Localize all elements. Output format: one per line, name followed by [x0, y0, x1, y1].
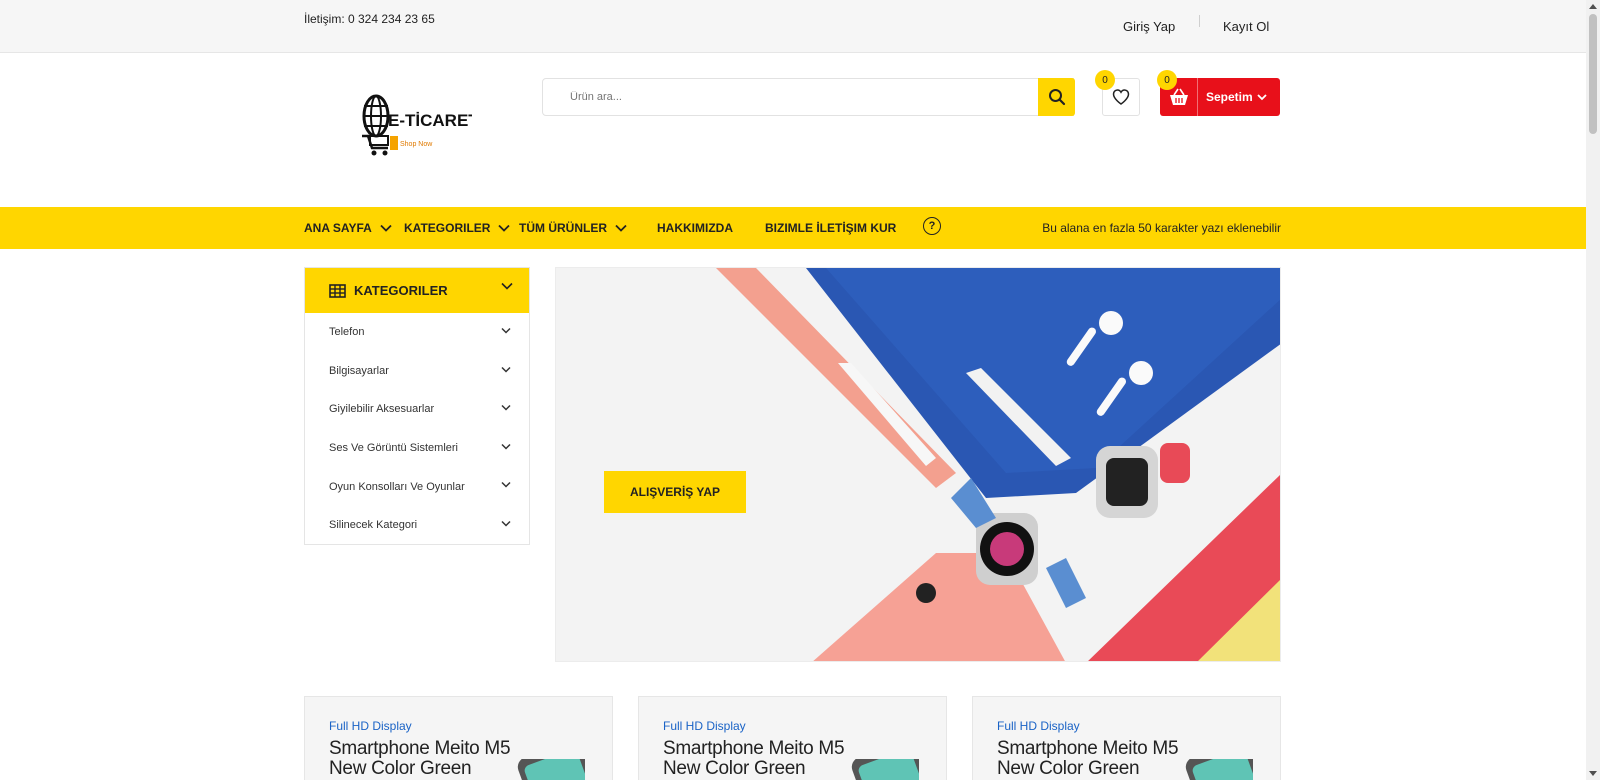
hero-banner-image	[716, 268, 1280, 661]
chevron-down-icon	[501, 366, 511, 373]
hero-banner[interactable]: ALIŞVERİŞ YAP	[555, 267, 1281, 662]
nav-categories[interactable]: KATEGORILER	[404, 207, 511, 249]
product-tag[interactable]: Full HD Display	[329, 719, 412, 733]
scrollbar-thumb[interactable]	[1589, 14, 1597, 134]
cart-count-badge: 0	[1157, 70, 1177, 90]
nav-all-products-label: TÜM ÜRÜNLER	[519, 221, 607, 235]
main-nav: ANA SAYFA KATEGORILER TÜM ÜRÜNLER HAKKIM…	[0, 207, 1586, 249]
product-card[interactable]: Full HD Display Smartphone Meito M5 New …	[304, 696, 613, 780]
category-item-telefon[interactable]: Telefon	[305, 313, 529, 352]
product-tag[interactable]: Full HD Display	[997, 719, 1080, 733]
logo-subtext: Shop Now	[400, 141, 433, 148]
chevron-down-icon	[498, 224, 511, 232]
product-card[interactable]: Full HD Display Smartphone Meito M5 New …	[638, 696, 947, 780]
category-item-consoles[interactable]: Oyun Konsolları Ve Oyunlar	[305, 467, 529, 506]
shop-now-button[interactable]: ALIŞVERİŞ YAP	[604, 471, 746, 513]
login-link[interactable]: Giriş Yap	[1123, 19, 1175, 34]
search-button[interactable]	[1038, 78, 1075, 116]
logo-text: E-TİCARET	[388, 111, 472, 130]
chevron-down-icon	[501, 482, 511, 488]
category-item-label: Oyun Konsolları Ve Oyunlar	[329, 480, 465, 493]
heart-icon	[1112, 89, 1130, 105]
nav-contact-label: BIZIMLE İLETİŞIM KUR	[765, 221, 897, 235]
chevron-down-icon	[1257, 94, 1267, 101]
search-box	[542, 78, 1074, 116]
category-item-label: Ses Ve Görüntü Sistemleri	[329, 442, 459, 455]
chevron-down-icon	[380, 224, 392, 232]
category-item-label: Bilgisayarlar	[329, 364, 389, 377]
chevron-down-icon	[501, 282, 513, 290]
register-link[interactable]: Kayıt Ol	[1223, 19, 1269, 34]
cart-label: Sepetim	[1206, 90, 1253, 104]
page: İletişim: 0 324 234 23 65 Giriş Yap Kayı…	[0, 0, 1600, 780]
chevron-down-icon	[501, 520, 511, 527]
top-bar: İletişim: 0 324 234 23 65 Giriş Yap Kayı…	[0, 0, 1586, 53]
search-icon	[1048, 89, 1065, 106]
site-logo[interactable]: E-TİCARET Shop Now	[362, 86, 479, 160]
chevron-down-icon	[501, 327, 511, 334]
category-item-audio-video[interactable]: Ses Ve Görüntü Sistemleri	[305, 429, 529, 468]
nav-categories-label: KATEGORILER	[404, 221, 491, 235]
search-input[interactable]	[543, 79, 1023, 115]
cart-button[interactable]: Sepetim	[1160, 78, 1280, 116]
nav-about-label: HAKKIMIZDA	[657, 221, 733, 235]
category-item-computers[interactable]: Bilgisayarlar	[305, 352, 529, 391]
category-panel: KATEGORILER Telefon Bilgisayarlar Giyile…	[304, 267, 530, 545]
grid-icon	[329, 283, 346, 298]
category-item-delete[interactable]: Silinecek Kategori	[305, 506, 529, 545]
wishlist-count-badge: 0	[1095, 70, 1115, 90]
nav-all-products[interactable]: TÜM ÜRÜNLER	[519, 207, 627, 249]
category-panel-title: KATEGORILER	[354, 283, 448, 298]
product-image	[851, 759, 919, 780]
category-item-label: Telefon	[329, 326, 365, 339]
chevron-down-icon	[615, 224, 627, 232]
help-icon[interactable]: ?	[923, 217, 941, 235]
category-panel-header[interactable]: KATEGORILER	[305, 268, 529, 313]
product-tag[interactable]: Full HD Display	[663, 719, 746, 733]
nav-about[interactable]: HAKKIMIZDA	[657, 207, 733, 249]
nav-home[interactable]: ANA SAYFA	[304, 207, 392, 249]
basket-icon	[1169, 88, 1188, 105]
product-image	[1185, 759, 1253, 780]
chevron-down-icon	[501, 405, 511, 411]
product-card[interactable]: Full HD Display Smartphone Meito M5 New …	[972, 696, 1281, 780]
contact-phone: İletişim: 0 324 234 23 65	[304, 12, 435, 26]
category-item-wearables[interactable]: Giyilebilir Aksesuarlar	[305, 390, 529, 429]
category-item-label: Giyilebilir Aksesuarlar	[329, 403, 435, 416]
top-bar-divider	[1199, 15, 1200, 27]
nav-home-label: ANA SAYFA	[304, 221, 372, 235]
product-image	[517, 759, 585, 780]
scroll-up-arrow[interactable]	[1589, 4, 1597, 9]
nav-note: Bu alana en fazla 50 karakter yazı eklen…	[1042, 221, 1281, 235]
page-scrollbar[interactable]	[1586, 0, 1600, 780]
category-item-label: Silinecek Kategori	[329, 519, 418, 532]
logo-graphic: E-TİCARET Shop Now	[362, 94, 479, 156]
chevron-down-icon	[501, 443, 511, 450]
nav-contact[interactable]: BIZIMLE İLETİŞIM KUR	[765, 207, 896, 249]
scroll-down-arrow[interactable]	[1589, 771, 1597, 776]
